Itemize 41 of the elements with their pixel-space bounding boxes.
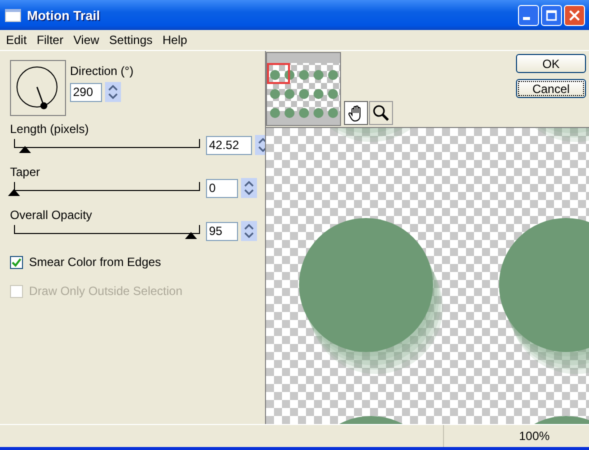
menu-item[interactable]: Help — [158, 33, 194, 47]
checkmark-icon — [11, 256, 22, 268]
checkbox-label[interactable]: Smear Color from Edges — [29, 255, 162, 269]
menu-item[interactable]: View — [69, 33, 106, 47]
zoom-tool-button[interactable] — [369, 101, 393, 125]
direction-dial[interactable] — [10, 60, 66, 116]
spinner-button[interactable] — [241, 178, 257, 198]
menu-item[interactable]: Filter — [32, 33, 70, 47]
pan-tool-button[interactable] — [344, 101, 368, 125]
direction-label: Direction (°) — [70, 64, 134, 78]
slider-thumb[interactable] — [19, 146, 32, 153]
dialog-button[interactable]: Cancel — [516, 79, 586, 98]
maximize-button[interactable] — [541, 4, 562, 26]
slider-thumb[interactable] — [184, 232, 197, 239]
up-down-icon — [244, 181, 254, 195]
dialog-button[interactable]: OK — [516, 54, 586, 73]
minimize-button[interactable] — [518, 4, 539, 26]
zoom-level: 100% — [519, 429, 551, 443]
up-down-icon — [108, 85, 118, 99]
search-icon — [372, 104, 390, 122]
menu-item[interactable]: Settings — [105, 33, 159, 47]
slider-label: Length (pixels) — [10, 122, 90, 136]
value-field[interactable]: 95 — [206, 222, 238, 240]
window-icon — [5, 8, 21, 22]
up-down-icon — [244, 224, 254, 238]
maximize-icon — [546, 10, 557, 20]
slider-label: Overall Opacity — [10, 208, 94, 222]
navigator-thumbnail[interactable] — [266, 52, 341, 126]
value-field[interactable]: 0 — [206, 178, 238, 198]
close-icon — [569, 10, 580, 20]
slider-label: Taper — [10, 165, 42, 179]
value-field[interactable]: 42.52 — [206, 136, 252, 154]
spinner-button[interactable] — [241, 221, 257, 241]
checkbox[interactable] — [10, 256, 23, 268]
window-title: Motion Trail — [27, 8, 101, 22]
minimize-icon — [523, 16, 530, 20]
slider-thumb[interactable] — [8, 189, 20, 196]
spinner-button[interactable] — [105, 82, 121, 102]
menu-item[interactable]: Edit — [2, 33, 33, 47]
close-button[interactable] — [564, 4, 585, 26]
direction-field[interactable]: 290 — [70, 82, 102, 102]
